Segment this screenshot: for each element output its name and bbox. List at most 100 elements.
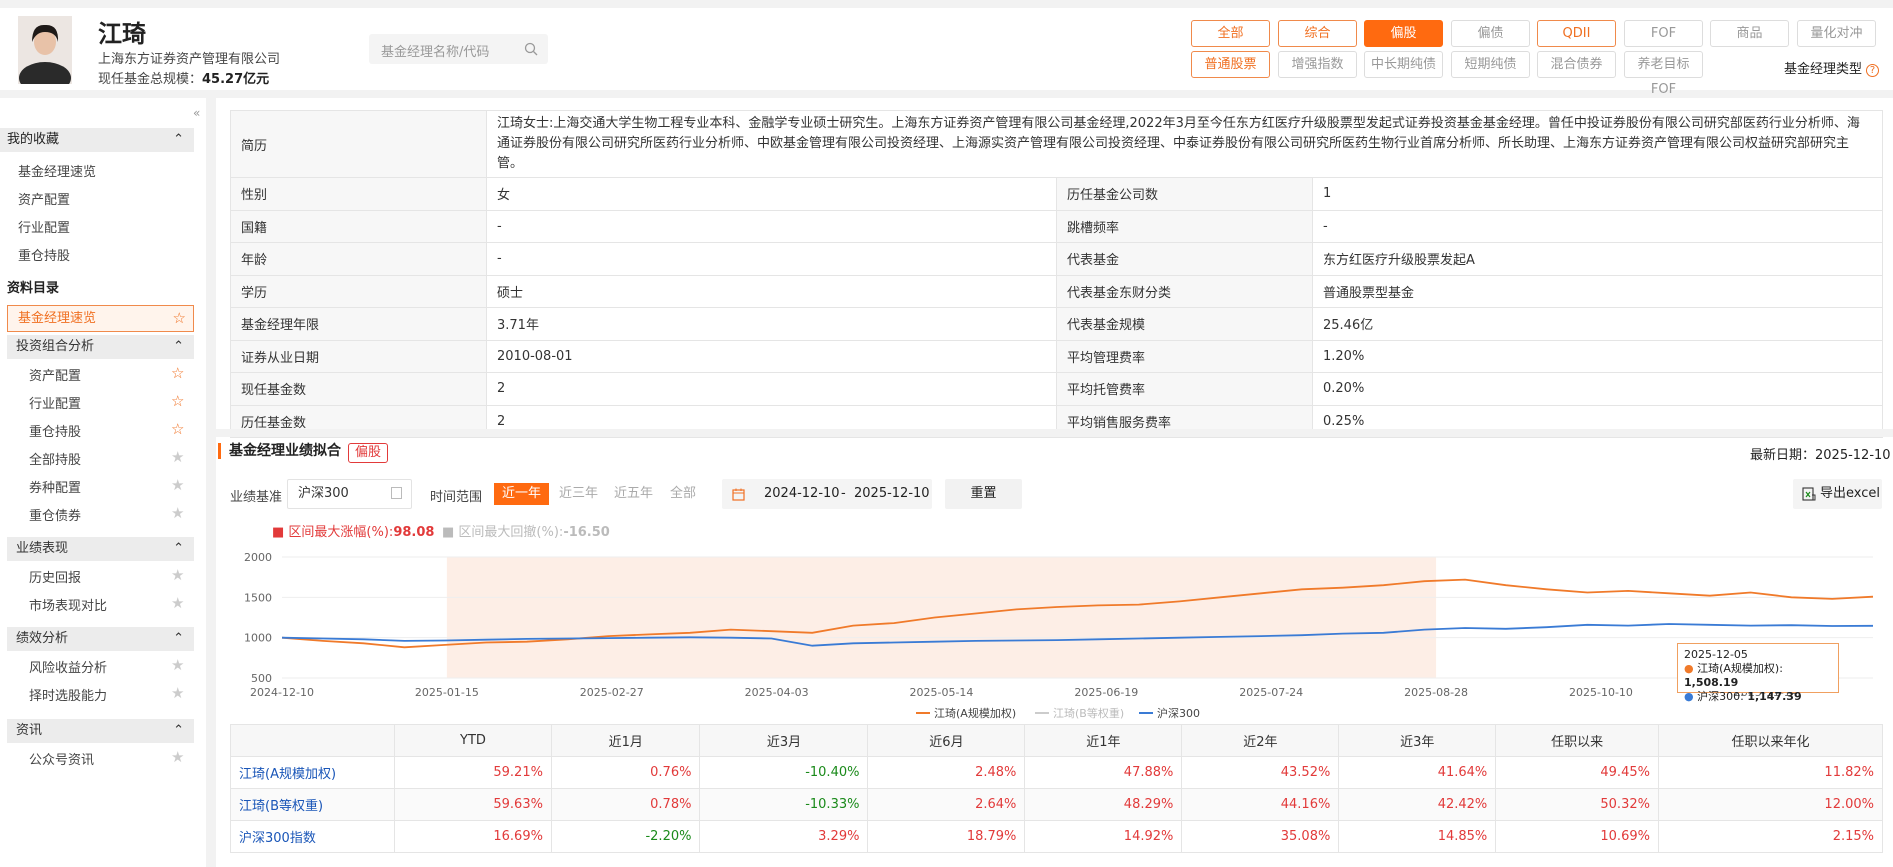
info-row: 证券从业日期 2010-08-01 平均管理费率 1.20% bbox=[230, 339, 1883, 373]
type-btn-7[interactable]: 量化对冲 bbox=[1797, 20, 1876, 47]
star-icon[interactable]: ☆ bbox=[171, 364, 184, 382]
favorites-header[interactable]: 我的收藏 ⌃ bbox=[0, 128, 194, 152]
legend-item[interactable]: 江琦(A规模加权) bbox=[916, 706, 1016, 720]
sidebar-item[interactable]: 重仓持股 bbox=[29, 421, 81, 440]
info-value: 3.71年 bbox=[486, 307, 1057, 341]
legend-item[interactable]: 沪深300 bbox=[1139, 706, 1200, 720]
edit-icon[interactable] bbox=[391, 487, 402, 499]
perf-cell: 2.64% bbox=[867, 788, 1026, 821]
manager-aum: 现任基金总规模：45.27亿元 bbox=[98, 68, 269, 87]
perf-section-title: 基金经理业绩拟合 bbox=[218, 443, 341, 459]
group-header-3[interactable]: 资讯 ⌃ bbox=[7, 719, 194, 743]
perf-cell: 12.00% bbox=[1657, 788, 1884, 821]
info-value: - bbox=[486, 242, 1057, 276]
legend-label: 江琦(A规模加权) bbox=[934, 706, 1016, 720]
star-icon[interactable]: ★ bbox=[171, 504, 184, 522]
perf-cell: 14.85% bbox=[1338, 820, 1497, 853]
sidebar-item[interactable]: 资产配置 bbox=[29, 365, 81, 384]
info-label: 国籍 bbox=[230, 209, 487, 243]
favorite-item[interactable]: 重仓持股 bbox=[18, 245, 70, 264]
type-btn-2[interactable]: 偏股 bbox=[1364, 20, 1443, 47]
range-1y[interactable]: 近一年 bbox=[494, 483, 550, 505]
latest-date: 最新日期：2025-12-10 bbox=[1750, 444, 1891, 463]
max-drawdown[interactable]: ■ 区间最大回撤(%):-16.50 bbox=[442, 521, 610, 540]
perf-cell: 42.42% bbox=[1338, 788, 1497, 821]
x-tick-label: 2025-07-24 bbox=[1239, 686, 1303, 699]
favorite-item[interactable]: 基金经理速览 bbox=[18, 161, 96, 180]
info-value: 硕士 bbox=[486, 274, 1057, 308]
perf-cell: 2.15% bbox=[1657, 820, 1884, 853]
y-tick-label: 2000 bbox=[244, 551, 272, 564]
search-icon[interactable] bbox=[524, 42, 538, 56]
export-excel-button[interactable]: 导出excel bbox=[1793, 479, 1882, 509]
type-btn-4[interactable]: QDII bbox=[1537, 20, 1616, 47]
perf-row-name[interactable]: 江琦(B等权重) bbox=[230, 788, 395, 821]
perf-row-name[interactable]: 江琦(A规模加权) bbox=[230, 756, 395, 789]
x-tick-label: 2025-02-27 bbox=[580, 686, 644, 699]
perf-cell: 48.29% bbox=[1024, 788, 1183, 821]
info-label: 历任基金公司数 bbox=[1056, 177, 1313, 211]
info-row: 学历 硕士 代表基金东财分类 普通股票型基金 bbox=[230, 274, 1883, 308]
sidebar-item[interactable]: 重仓债券 bbox=[29, 505, 81, 524]
tooltip-hs-name: 沪深300 bbox=[1697, 690, 1741, 703]
latest-date-value: 2025-12-10 bbox=[1815, 448, 1891, 463]
range-5y[interactable]: 近五年 bbox=[606, 483, 661, 505]
star-icon[interactable]: ★ bbox=[171, 448, 184, 466]
subtype-btn-3[interactable]: 短期纯债 bbox=[1451, 51, 1530, 78]
group-header-2[interactable]: 绩效分析 ⌃ bbox=[7, 627, 194, 651]
legend-item[interactable]: 江琦(B等权重) bbox=[1035, 706, 1124, 720]
favorite-item[interactable]: 资产配置 bbox=[18, 189, 70, 208]
chevron-up-icon: ⌃ bbox=[173, 132, 184, 147]
star-icon[interactable]: ☆ bbox=[171, 392, 184, 410]
reset-button[interactable]: 重置 bbox=[945, 479, 1022, 509]
info-label: 代表基金规模 bbox=[1056, 307, 1313, 341]
subtype-btn-2[interactable]: 中长期纯债 bbox=[1364, 51, 1443, 78]
sidebar-item[interactable]: 风险收益分析 bbox=[29, 657, 107, 676]
subtype-btn-1[interactable]: 增强指数 bbox=[1278, 51, 1357, 78]
legend-label: 江琦(B等权重) bbox=[1053, 706, 1124, 720]
range-all[interactable]: 全部 bbox=[662, 483, 704, 505]
star-icon[interactable]: ☆ bbox=[171, 420, 184, 438]
sidebar-item[interactable]: 择时选股能力 bbox=[29, 685, 107, 704]
collapse-icon[interactable]: « bbox=[193, 106, 200, 120]
group-header-1[interactable]: 业绩表现 ⌃ bbox=[7, 537, 194, 561]
star-icon[interactable]: ★ bbox=[171, 684, 184, 702]
perf-cell: 14.92% bbox=[1024, 820, 1183, 853]
sidebar-item[interactable]: 市场表现对比 bbox=[29, 595, 107, 614]
star-icon[interactable]: ☆ bbox=[173, 306, 186, 331]
type-btn-0[interactable]: 全部 bbox=[1191, 20, 1270, 47]
favorite-item[interactable]: 行业配置 bbox=[18, 217, 70, 236]
info-value[interactable]: 东方红医疗升级股票发起A bbox=[1312, 242, 1883, 276]
catalog-header: 资料目录 bbox=[7, 281, 60, 296]
sidebar-item[interactable]: 历史回报 bbox=[29, 567, 81, 586]
subtype-btn-5[interactable]: 养老目标FOF bbox=[1624, 51, 1703, 97]
perf-row: 江琦(B等权重) 59.63% 0.78% -10.33% 2.64% 48.29% 44.… bbox=[230, 788, 1884, 821]
star-icon[interactable]: ★ bbox=[171, 748, 184, 766]
search-input[interactable]: 基金经理名称/代码 bbox=[369, 34, 548, 64]
type-btn-5[interactable]: FOF bbox=[1624, 20, 1703, 47]
group-header-0[interactable]: 投资组合分析 ⌃ bbox=[7, 335, 194, 359]
performance-chart[interactable]: 2000 1500 1000 5002024-12-10 2025-01-15 2025-… bbox=[230, 548, 1880, 723]
star-icon[interactable]: ★ bbox=[171, 566, 184, 584]
star-icon[interactable]: ★ bbox=[171, 656, 184, 674]
sidebar-item-overview[interactable]: 基金经理速览 ☆ bbox=[7, 305, 194, 332]
type-btn-6[interactable]: 商品 bbox=[1710, 20, 1789, 47]
sidebar-item[interactable]: 公众号资讯 bbox=[29, 749, 94, 768]
sidebar-item[interactable]: 券种配置 bbox=[29, 477, 81, 496]
max-rise[interactable]: ■ 区间最大涨幅(%):98.08 bbox=[272, 521, 434, 540]
sidebar-item[interactable]: 行业配置 bbox=[29, 393, 81, 412]
range-3y[interactable]: 近三年 bbox=[551, 483, 606, 505]
help-icon[interactable]: ? bbox=[1866, 64, 1880, 77]
date-range-picker[interactable]: 2024-12-10 - 2025-12-10 bbox=[722, 479, 932, 509]
bio-label: 简历 bbox=[230, 110, 487, 178]
star-icon[interactable]: ★ bbox=[171, 594, 184, 612]
star-icon[interactable]: ★ bbox=[171, 476, 184, 494]
perf-cell: 0.78% bbox=[550, 788, 701, 821]
sidebar-item[interactable]: 全部持股 bbox=[29, 449, 81, 468]
type-btn-1[interactable]: 综合 bbox=[1278, 20, 1357, 47]
type-btn-3[interactable]: 偏债 bbox=[1451, 20, 1530, 47]
subtype-btn-4[interactable]: 混合债券 bbox=[1537, 51, 1616, 78]
subtype-btn-0[interactable]: 普通股票 bbox=[1191, 51, 1270, 78]
perf-row-name[interactable]: 沪深300指数 bbox=[230, 820, 395, 853]
perf-col-header: 近6月 bbox=[867, 724, 1026, 757]
